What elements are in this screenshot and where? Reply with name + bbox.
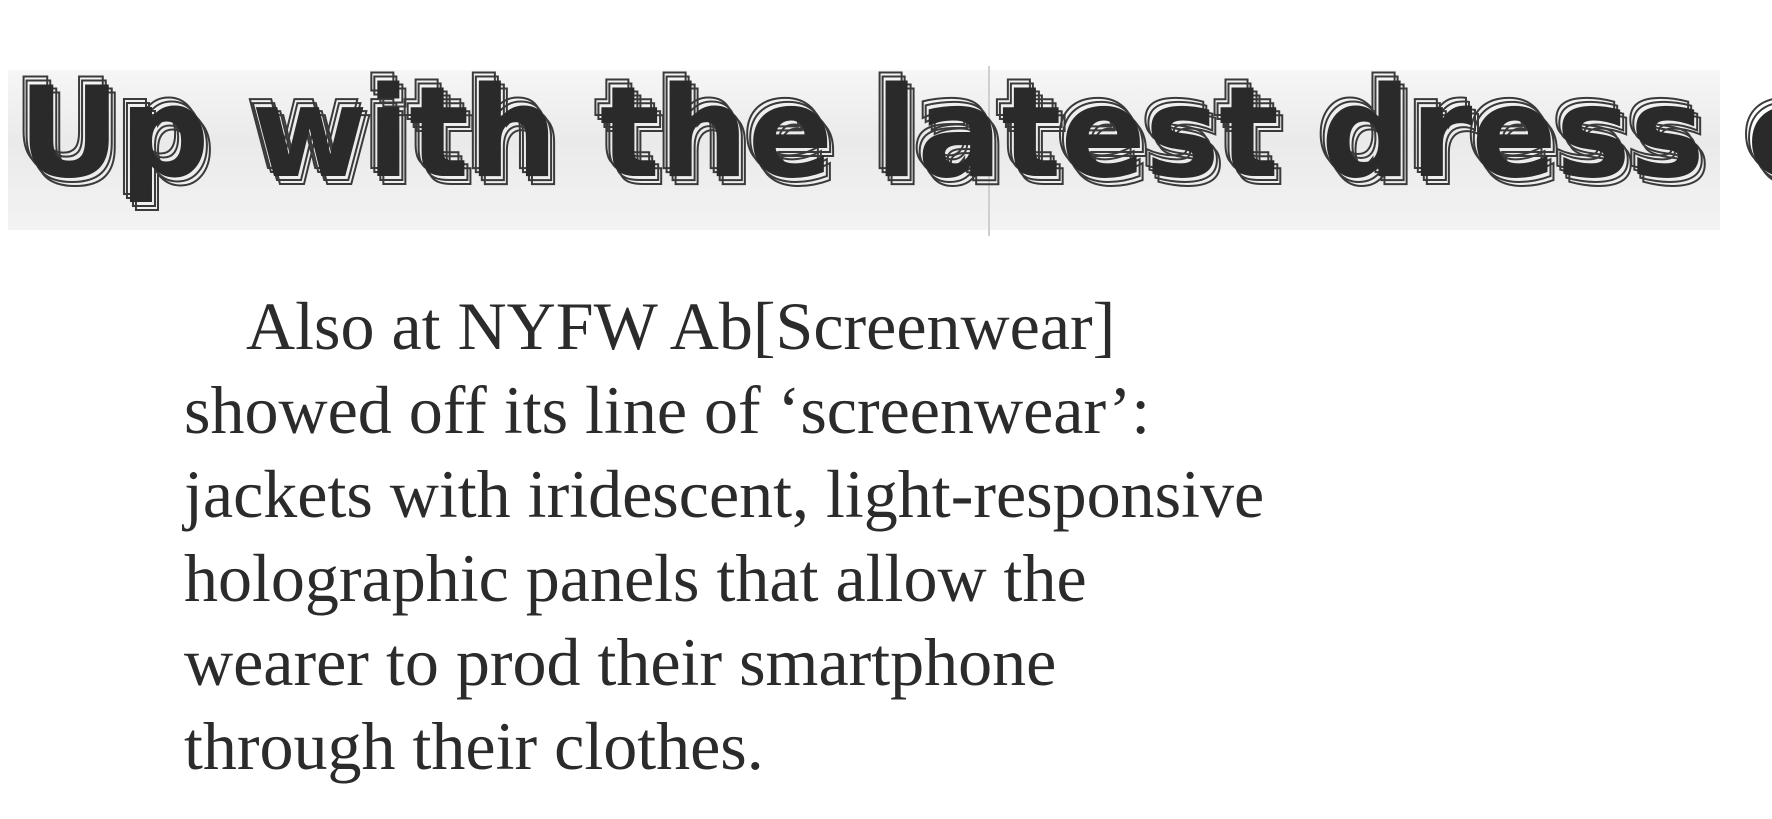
article-line: jackets with iridescent, light-responsiv… [184,456,1265,532]
headline-title: Up with the latest dress codes? [18,59,1772,206]
article-line: through their clothes. [184,708,764,784]
article-line: showed off its line of ‘screenwear’: [184,372,1151,448]
document-page: Up with the latest dress codes? Up with … [0,0,1772,819]
article-line: wearer to prod their smartphone [184,624,1057,700]
headline: Up with the latest dress codes? Up with … [11,50,1772,228]
article-line: holographic panels that allow the [184,540,1087,616]
article-line: Also at NYFW Ab[Screenwear] [246,288,1116,364]
article-body: Also at NYFW Ab[Screenwear] showed off i… [184,284,1404,788]
